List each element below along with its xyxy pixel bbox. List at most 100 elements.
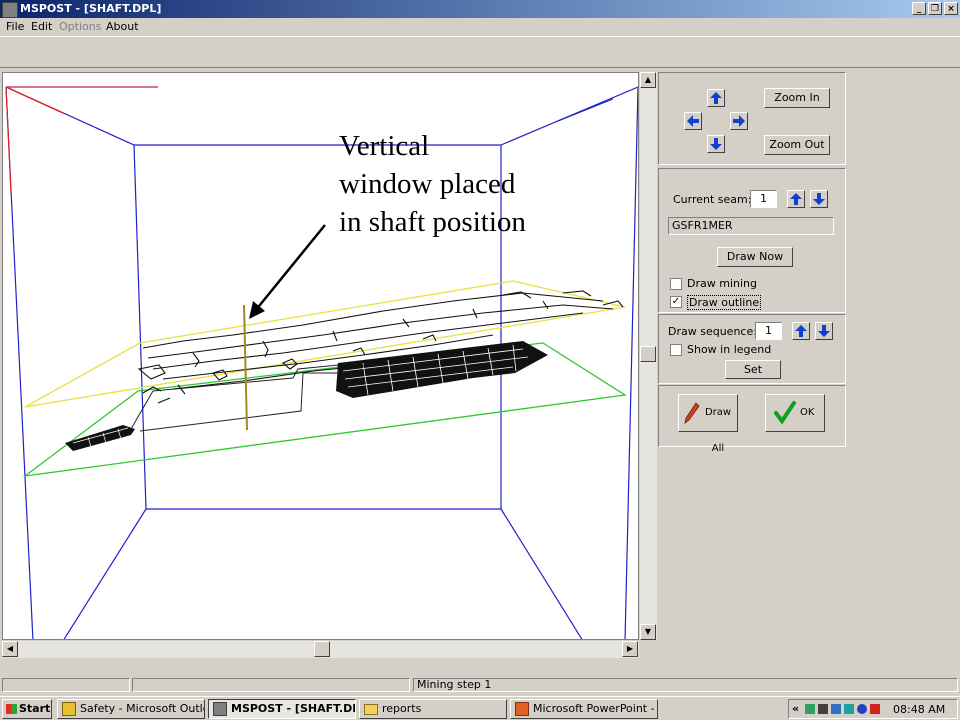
- 3d-viewport[interactable]: [2, 72, 639, 640]
- taskbar-item-label: Microsoft PowerPoint - [...: [533, 702, 657, 715]
- zoom-out-button[interactable]: Zoom Out: [764, 135, 830, 155]
- control-panel: Zoom In Zoom Out Current seam: 1 GSFR1ME…: [658, 72, 846, 454]
- restore-button[interactable]: ❐: [928, 2, 942, 15]
- windows-logo-icon: [6, 704, 17, 714]
- draw-mining-checkbox[interactable]: [670, 278, 682, 290]
- minimize-button[interactable]: _: [912, 2, 926, 15]
- vertical-scroll-thumb[interactable]: [640, 346, 656, 362]
- draw-all-label: Draw All: [704, 407, 732, 454]
- status-message: Mining step 1: [413, 678, 958, 692]
- scroll-up-button[interactable]: ▲: [640, 72, 656, 88]
- taskbar: Start Safety - Microsoft Outlook MSPOST …: [0, 696, 960, 720]
- zoom-in-button[interactable]: Zoom In: [764, 88, 830, 108]
- app-icon[interactable]: [2, 2, 18, 18]
- taskbar-item-mspost[interactable]: MSPOST - [SHAFT.DPL]: [208, 699, 356, 719]
- arrow-up-icon: [790, 193, 802, 205]
- system-tray: « 08:48 AM: [788, 699, 958, 719]
- arrow-down-icon: [818, 325, 830, 337]
- scroll-corner: [640, 641, 657, 658]
- status-pane-1: [2, 678, 130, 692]
- ok-label: OK: [800, 407, 815, 418]
- menu-edit[interactable]: Edit: [31, 20, 52, 33]
- network-icon[interactable]: [805, 704, 815, 714]
- arrow-down-icon: [813, 193, 825, 205]
- status-pane-2: [132, 678, 410, 692]
- scroll-right-button[interactable]: ▶: [622, 641, 638, 657]
- seam-up-button[interactable]: [787, 190, 805, 208]
- draw-all-button[interactable]: Draw All: [678, 394, 738, 454]
- vertical-scrollbar[interactable]: ▲ ▼: [640, 72, 657, 640]
- seam-name-field: GSFR1MER: [668, 217, 834, 235]
- sequence-group: Draw sequence: 1 Show in legend Set: [658, 314, 846, 384]
- taskbar-item-label: reports: [382, 702, 422, 715]
- taskbar-item-powerpoint[interactable]: Microsoft PowerPoint - [...: [510, 699, 658, 719]
- phone-icon[interactable]: [818, 704, 828, 714]
- annotation-arrow: [254, 224, 326, 312]
- pan-down-button[interactable]: [707, 135, 725, 153]
- ok-button[interactable]: OK: [765, 394, 825, 432]
- arrow-up-icon: [710, 92, 722, 104]
- start-label: Start: [19, 702, 51, 715]
- tray-expand-chevron[interactable]: «: [792, 702, 799, 715]
- pan-up-button[interactable]: [707, 89, 725, 107]
- arrow-up-icon: [795, 325, 807, 337]
- current-seam-field[interactable]: 1: [750, 190, 777, 208]
- menu-bar: File Edit Options About: [0, 18, 960, 36]
- draw-outline-checkbox[interactable]: ✓: [670, 296, 682, 308]
- axis-y-red: [5, 86, 12, 194]
- scroll-left-button[interactable]: ◀: [2, 641, 18, 657]
- battery-icon[interactable]: [831, 704, 841, 714]
- annotation-line-3: in shaft position: [339, 206, 526, 238]
- lower-seam-outline: [22, 342, 627, 477]
- window-title: MSPOST - [SHAFT.DPL]: [20, 2, 162, 15]
- annotation-callout: Vertical window placed in shaft position: [339, 127, 526, 241]
- outlook-icon: [62, 702, 76, 716]
- sequence-down-button[interactable]: [815, 322, 833, 340]
- shield-icon[interactable]: [870, 704, 880, 714]
- pan-left-button[interactable]: [684, 112, 702, 130]
- pan-right-button[interactable]: [730, 112, 748, 130]
- sequence-up-button[interactable]: [792, 322, 810, 340]
- annotation-line-2: window placed: [339, 168, 516, 200]
- menu-about[interactable]: About: [106, 20, 139, 33]
- toolbar: [0, 36, 960, 68]
- show-in-legend-checkbox[interactable]: [670, 344, 682, 356]
- taskbar-item-reports[interactable]: reports: [359, 699, 507, 719]
- menu-options[interactable]: Options: [59, 20, 101, 33]
- action-group: Draw All OK: [658, 385, 846, 454]
- taskbar-item-label: Safety - Microsoft Outlook: [80, 702, 204, 715]
- annotation-line-1: Vertical: [339, 130, 430, 162]
- checkmark-icon: [774, 401, 796, 425]
- scroll-down-button[interactable]: ▼: [640, 624, 656, 640]
- set-button[interactable]: Set: [725, 360, 781, 379]
- horizontal-scroll-thumb[interactable]: [314, 641, 330, 657]
- antivirus-icon[interactable]: [844, 704, 854, 714]
- arrow-left-icon: [687, 115, 699, 127]
- draw-outline-label: Draw outline: [687, 295, 762, 310]
- status-bar: Mining step 1: [0, 676, 960, 694]
- show-in-legend-label: Show in legend: [687, 343, 772, 356]
- draw-sequence-field[interactable]: 1: [755, 322, 782, 340]
- mspost-icon: [213, 702, 227, 716]
- draw-mining-label: Draw mining: [687, 277, 757, 290]
- draw-sequence-label: Draw sequence:: [668, 325, 757, 338]
- draw-now-button[interactable]: Draw Now: [717, 247, 793, 267]
- taskbar-item-outlook[interactable]: Safety - Microsoft Outlook: [57, 699, 205, 719]
- powerpoint-icon: [515, 702, 529, 716]
- seam-down-button[interactable]: [810, 190, 828, 208]
- title-bar: MSPOST - [SHAFT.DPL] _ ❐ ×: [0, 0, 960, 18]
- navigation-group: Zoom In Zoom Out: [658, 72, 846, 165]
- axis-x-red: [5, 86, 64, 114]
- arrow-down-icon: [710, 138, 722, 150]
- 3d-scene: [5, 86, 638, 639]
- shaft-window: [243, 304, 248, 431]
- bluetooth-icon[interactable]: [857, 704, 867, 714]
- menu-file[interactable]: File: [6, 20, 24, 33]
- seam-group: Current seam: 1 GSFR1MER Draw Now Draw m…: [658, 168, 846, 313]
- folder-icon: [364, 704, 378, 715]
- horizontal-scrollbar[interactable]: ◀ ▶: [2, 641, 639, 658]
- taskbar-item-label: MSPOST - [SHAFT.DPL]: [231, 702, 355, 715]
- close-button[interactable]: ×: [944, 2, 958, 15]
- start-button[interactable]: Start: [2, 699, 52, 719]
- annotation-arrowhead: [249, 301, 265, 319]
